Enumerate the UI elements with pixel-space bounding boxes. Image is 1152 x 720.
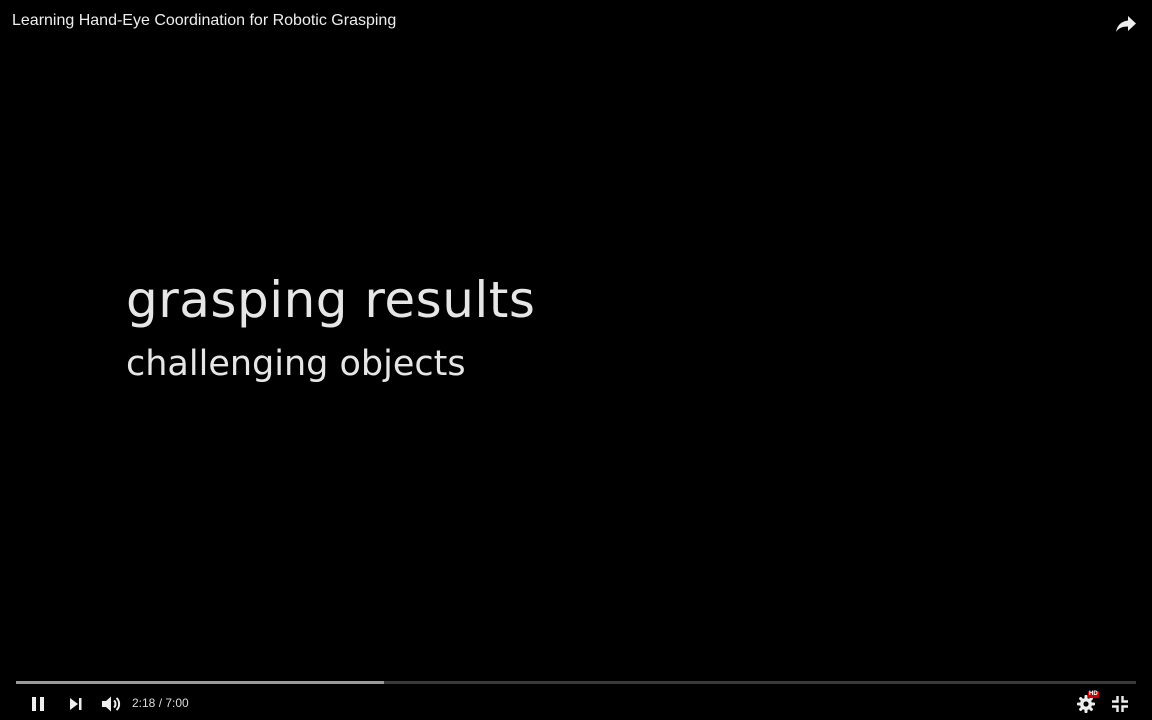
pause-button[interactable] [26, 692, 50, 716]
pause-icon [26, 697, 50, 720]
volume-icon [99, 696, 123, 720]
slide-heading: grasping results [126, 271, 536, 329]
video-title[interactable]: Learning Hand-Eye Coordination for Robot… [12, 12, 396, 30]
share-button[interactable] [1114, 12, 1138, 36]
gear-icon [1074, 695, 1098, 720]
progress-bar[interactable] [16, 681, 1136, 684]
share-icon [1114, 16, 1138, 40]
exit-fullscreen-button[interactable] [1108, 692, 1132, 716]
time-display: 2:18 / 7:00 [132, 696, 189, 710]
next-icon [64, 698, 88, 720]
control-bar: 2:18 / 7:00 HD [0, 688, 1152, 716]
video-player[interactable]: Learning Hand-Eye Coordination for Robot… [0, 0, 1152, 720]
volume-button[interactable] [99, 692, 123, 716]
progress-played [16, 681, 385, 684]
slide-content: grasping results challenging objects [126, 264, 535, 388]
hd-badge: HD [1088, 691, 1099, 698]
next-button[interactable] [64, 692, 88, 716]
settings-button[interactable]: HD [1074, 691, 1099, 716]
exit-fullscreen-icon [1108, 696, 1132, 720]
slide-subheading: challenging objects [126, 344, 466, 384]
